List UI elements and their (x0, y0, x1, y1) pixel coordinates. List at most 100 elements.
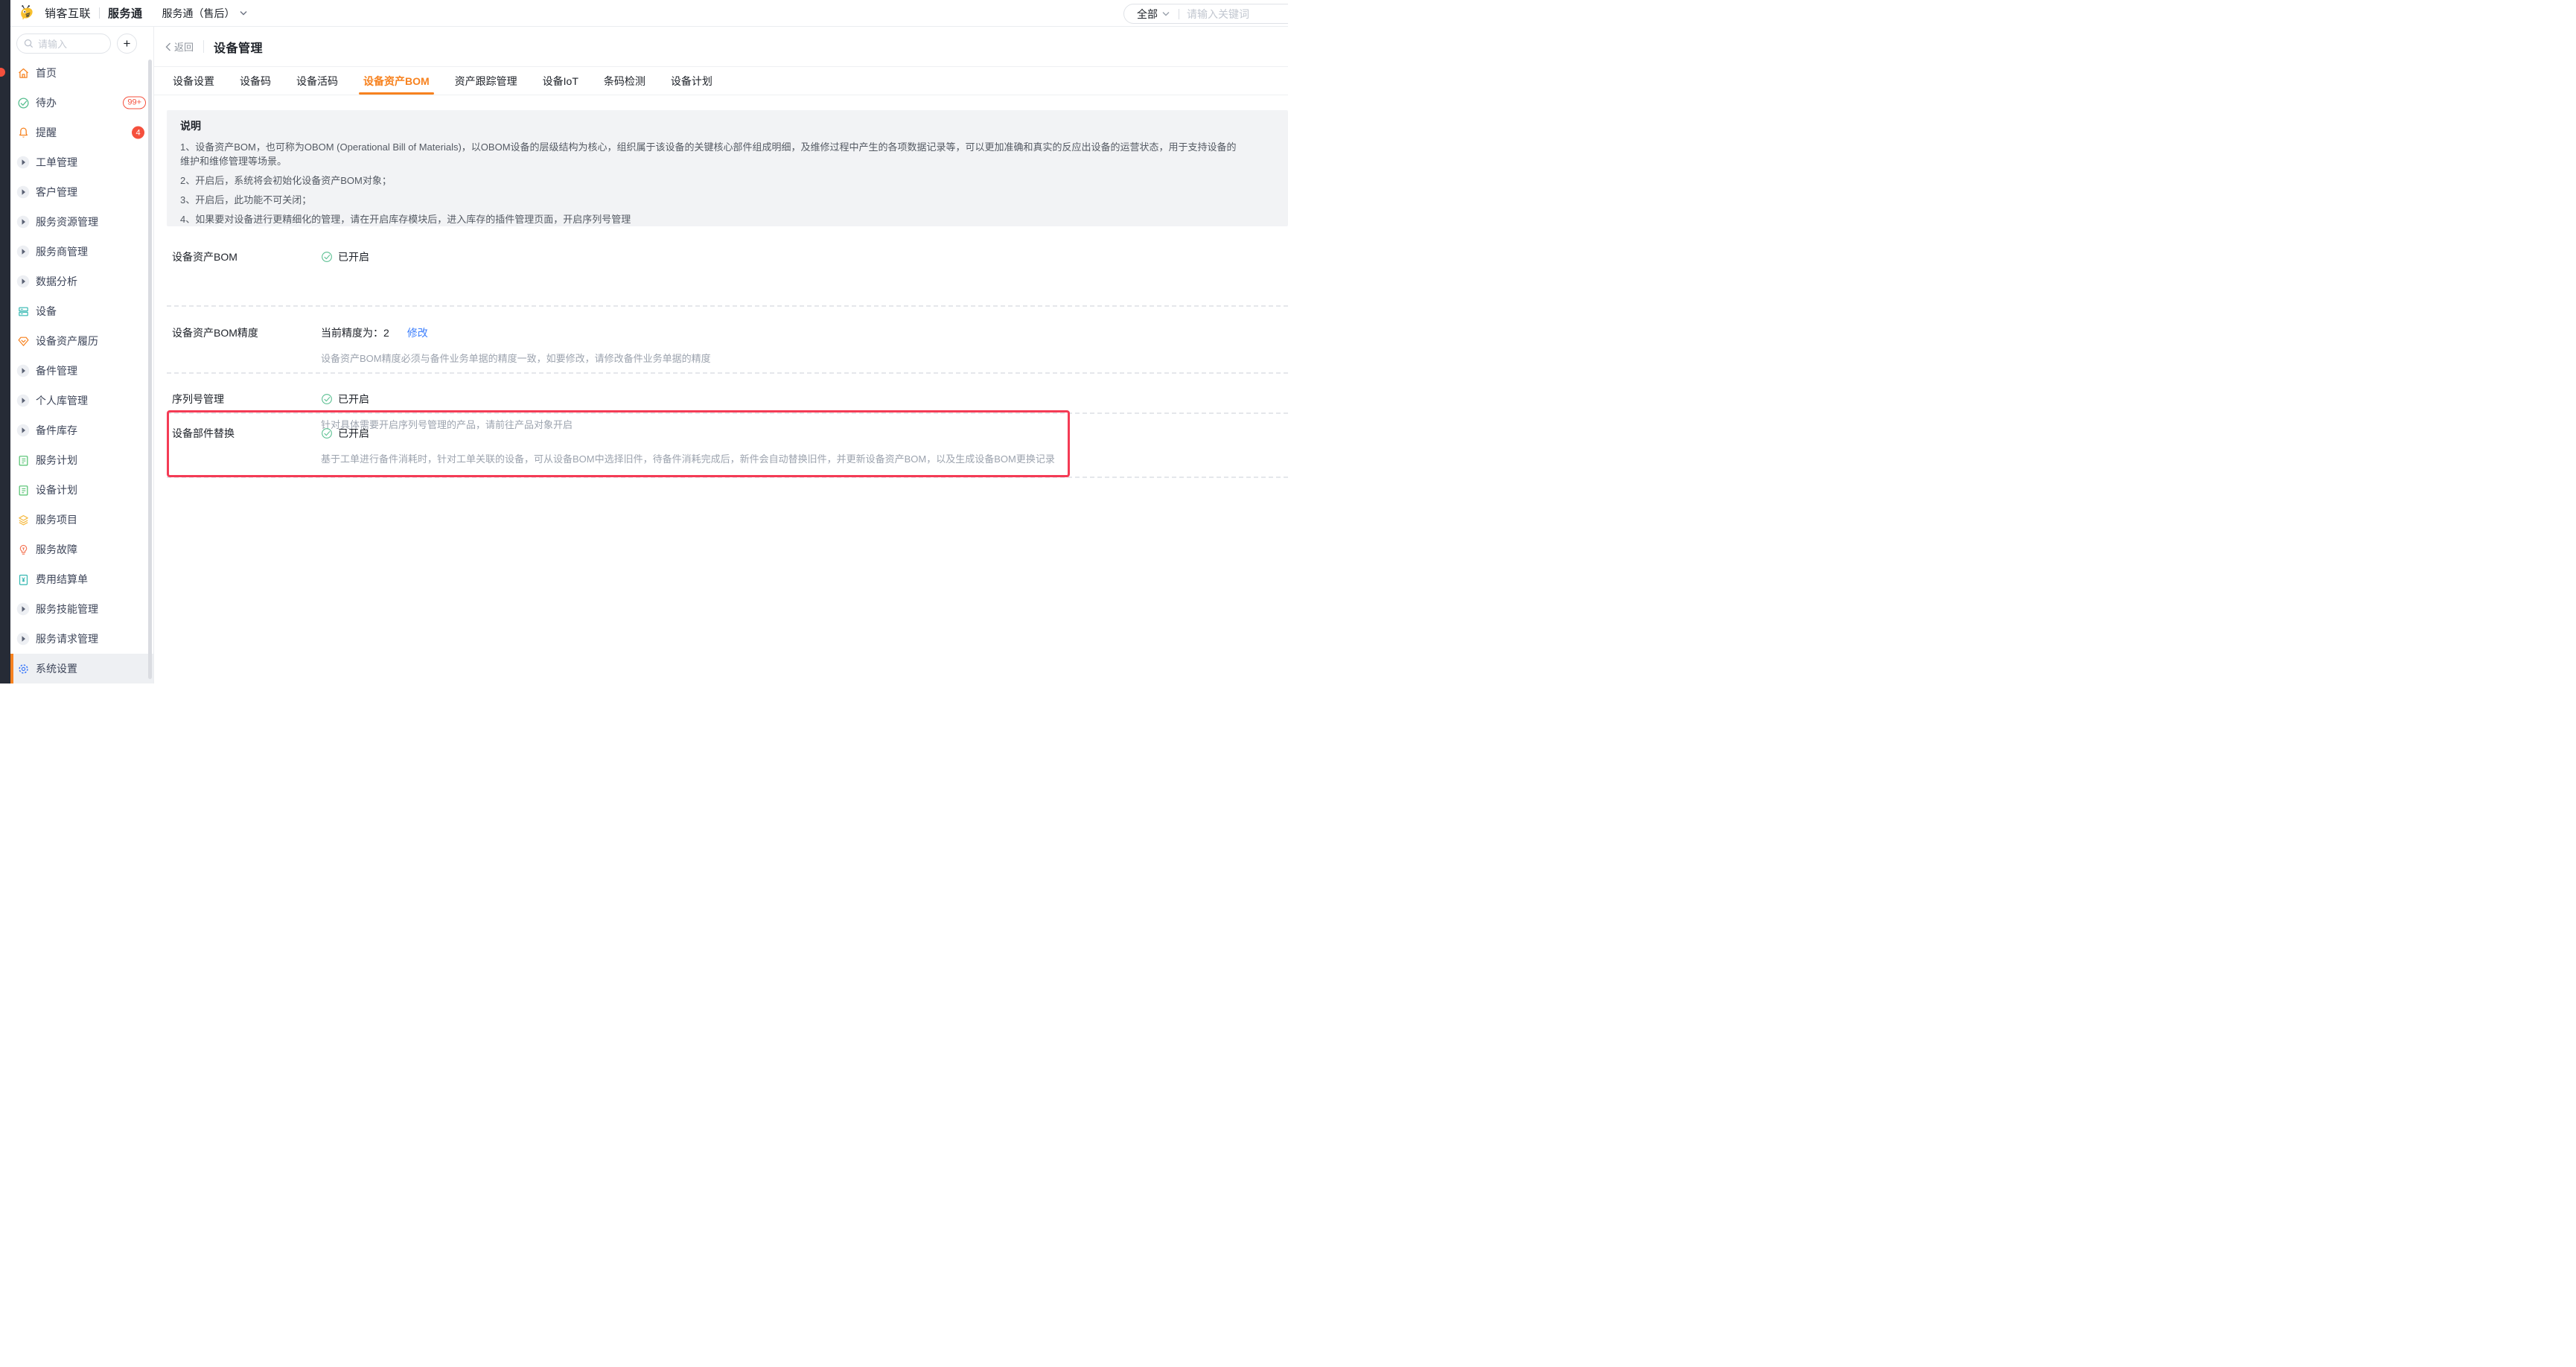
sidebar-item-asset-history[interactable]: 设备资产履历 (10, 326, 153, 356)
home-icon (16, 66, 30, 80)
notice-item: 1、设备资产BOM，也可称为OBOM (Operational Bill of … (180, 140, 1275, 168)
sidebar-item-label: 设备资产履历 (36, 334, 98, 348)
notification-dot (0, 68, 5, 77)
status-text: 已开启 (338, 392, 369, 407)
tab-device-plan[interactable]: 设备计划 (671, 67, 712, 95)
add-button[interactable]: + (117, 34, 137, 54)
sidebar-item-label: 服务请求管理 (36, 631, 98, 646)
sidebar-item-label: 服务技能管理 (36, 602, 98, 616)
expand-arrow-icon (16, 602, 30, 616)
page-header: 返回 设备管理 (154, 27, 1288, 67)
notice-title: 说明 (180, 118, 1275, 133)
sidebar-item-todo[interactable]: 待办 99+ (10, 88, 153, 118)
sidebar-item-settlement[interactable]: 费用结算单 (10, 564, 153, 594)
setting-description: 基于工单进行备件消耗时，针对工单关联的设备，可从设备BOM中选择旧件，待备件消耗… (321, 453, 1055, 466)
tab-device-livecode[interactable]: 设备活码 (296, 67, 338, 95)
topbar: 销客互联 服务通 服务通（售后） 全部 请输入关键词 (10, 0, 1288, 27)
expand-arrow-icon (16, 275, 30, 288)
modify-link[interactable]: 修改 (407, 325, 428, 340)
workspace-switcher[interactable]: 服务通（售后） (162, 6, 247, 21)
sidebar-search-placeholder: 请输入 (38, 36, 67, 51)
gear-icon (16, 662, 30, 675)
expand-arrow-icon (16, 215, 30, 229)
search-icon (24, 39, 34, 48)
global-search-input[interactable]: 请输入关键词 (1187, 7, 1249, 22)
sidebar-item-personal-stock[interactable]: 个人库管理 (10, 386, 153, 415)
tab-device-code[interactable]: 设备码 (240, 67, 271, 95)
setting-label: 序列号管理 (172, 392, 321, 407)
sidebar-item-label: 服务商管理 (36, 244, 88, 259)
expand-arrow-icon (16, 156, 30, 169)
sidebar-item-reminder[interactable]: 提醒 4 (10, 118, 153, 147)
expand-arrow-icon (16, 364, 30, 377)
brand-divider (99, 7, 100, 19)
brand-secondary: 服务通 (108, 5, 143, 21)
sidebar-item-device-plan[interactable]: 设备计划 (10, 475, 153, 505)
workspace-label: 服务通（售后） (162, 6, 235, 21)
sidebar-item-label: 备件库存 (36, 423, 77, 438)
back-label: 返回 (174, 39, 194, 54)
sidebar-scrollbar[interactable] (148, 60, 152, 679)
sidebar-item-label: 服务故障 (36, 542, 77, 557)
setting-label: 设备资产BOM (172, 249, 321, 264)
sidebar-item-device[interactable]: 设备 (10, 296, 153, 326)
sidebar-item-label: 首页 (36, 66, 57, 80)
main-panel: 返回 设备管理 设备设置 设备码 设备活码 设备资产BOM 资产跟踪管理 设备I… (154, 27, 1288, 684)
left-dark-rail[interactable] (0, 0, 10, 684)
sidebar-search-input[interactable]: 请输入 (16, 34, 111, 54)
sidebar-item-label: 费用结算单 (36, 572, 88, 587)
sidebar-item-analytics[interactable]: 数据分析 (10, 267, 153, 296)
sidebar-item-label: 系统设置 (36, 661, 77, 676)
search-scope-select[interactable]: 全部 (1137, 7, 1158, 22)
chevron-down-icon (1162, 11, 1170, 16)
back-button[interactable]: 返回 (165, 39, 194, 54)
sidebar-item-service-plan[interactable]: 服务计划 (10, 445, 153, 475)
sidebar-item-system-settings[interactable]: 系统设置 (10, 654, 153, 684)
chevron-left-icon (165, 42, 171, 51)
sidebar-item-label: 设备 (36, 304, 57, 319)
asset-gem-icon (16, 334, 30, 348)
sidebar-item-service-request[interactable]: 服务请求管理 (10, 624, 153, 654)
sidebar-item-service-fault[interactable]: 服务故障 (10, 535, 153, 564)
status-enabled: 已开启 (321, 426, 1055, 441)
app-window: 销客互联 服务通 服务通（售后） 全部 请输入关键词 请输入 (0, 0, 1288, 684)
sidebar-item-service-resource[interactable]: 服务资源管理 (10, 207, 153, 237)
bee-logo-icon (18, 4, 35, 22)
todo-check-icon (16, 96, 30, 109)
brand-primary: 销客互联 (45, 5, 91, 21)
sidebar-item-label: 个人库管理 (36, 393, 88, 408)
sidebar-item-label: 客户管理 (36, 185, 77, 200)
sidebar-item-label: 提醒 (36, 125, 57, 140)
tab-bar: 设备设置 设备码 设备活码 设备资产BOM 资产跟踪管理 设备IoT 条码检测 … (154, 67, 1288, 95)
tab-asset-tracking[interactable]: 资产跟踪管理 (455, 67, 517, 95)
notice-box: 说明 1、设备资产BOM，也可称为OBOM (Operational Bill … (167, 110, 1288, 226)
setting-row-part-replacement: 设备部件替换 已开启 基于工单进行备件消耗时，针对工单关联的设备，可从设备BOM… (172, 426, 1273, 466)
sidebar-item-spareparts[interactable]: 备件管理 (10, 356, 153, 386)
notice-item: 2、开启后，系统将会初始化设备资产BOM对象； (180, 173, 1275, 188)
sidebar-item-workorder[interactable]: 工单管理 (10, 147, 153, 177)
sidebar-item-label: 待办 (36, 95, 57, 110)
check-circle-icon (321, 427, 333, 439)
tab-device-iot[interactable]: 设备IoT (543, 67, 578, 95)
sidebar-item-service-project[interactable]: 服务项目 (10, 505, 153, 535)
sidebar-item-label: 服务计划 (36, 453, 77, 468)
tab-device-asset-bom[interactable]: 设备资产BOM (363, 67, 430, 95)
tab-device-settings[interactable]: 设备设置 (173, 67, 214, 95)
status-enabled: 已开启 (321, 392, 573, 407)
sidebar-item-label: 服务项目 (36, 512, 77, 527)
bell-icon (16, 126, 30, 139)
expand-arrow-icon (16, 185, 30, 199)
sidebar-item-home[interactable]: 首页 (10, 58, 153, 88)
setting-label: 设备资产BOM精度 (172, 325, 321, 340)
status-text: 已开启 (338, 426, 369, 441)
expand-arrow-icon (16, 394, 30, 407)
sidebar-item-label: 服务资源管理 (36, 214, 98, 229)
sidebar-item-service-skill[interactable]: 服务技能管理 (10, 594, 153, 624)
expand-arrow-icon (16, 632, 30, 646)
tab-barcode-check[interactable]: 条码检测 (604, 67, 645, 95)
sidebar-item-spare-inventory[interactable]: 备件库存 (10, 415, 153, 445)
page-title: 设备管理 (214, 38, 263, 56)
sidebar-item-customer[interactable]: 客户管理 (10, 177, 153, 207)
global-search[interactable]: 全部 请输入关键词 (1123, 4, 1288, 24)
sidebar-item-provider[interactable]: 服务商管理 (10, 237, 153, 267)
